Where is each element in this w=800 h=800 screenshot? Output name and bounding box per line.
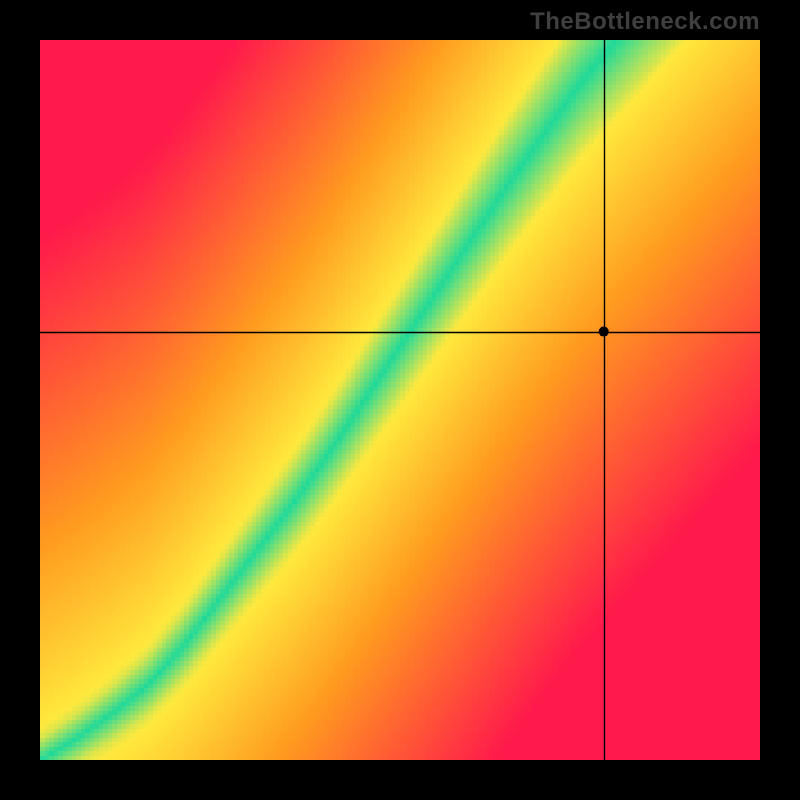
crosshair-overlay xyxy=(40,40,760,760)
heatmap-plot xyxy=(40,40,760,760)
chart-frame: TheBottleneck.com xyxy=(0,0,800,800)
watermark-text: TheBottleneck.com xyxy=(530,8,760,36)
